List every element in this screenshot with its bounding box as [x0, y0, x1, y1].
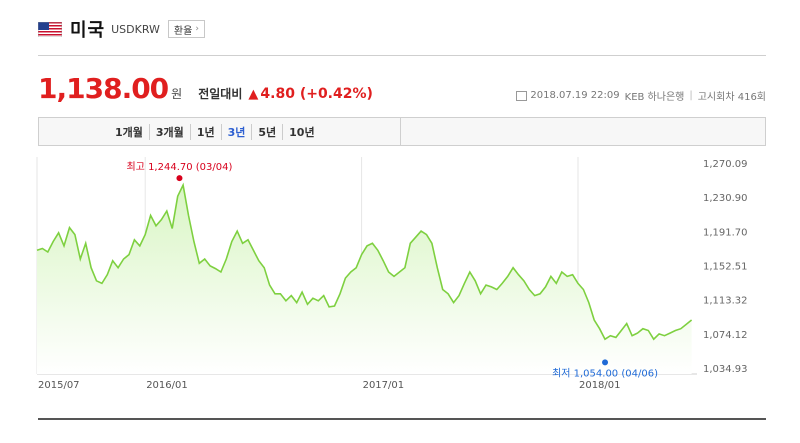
bottom-divider: [38, 418, 766, 420]
us-flag-icon: [38, 21, 62, 37]
header-divider: [38, 55, 766, 56]
y-tick-label: 1,034.93: [703, 364, 748, 375]
chevron-right-icon: ›: [195, 24, 199, 34]
period-tabs: 1개월 3개월 1년 3년 5년 10년: [38, 117, 766, 146]
period-tab-group: 1개월 3개월 1년 3년 5년 10년: [39, 118, 401, 145]
currency-code: USDKRW: [111, 22, 160, 36]
x-tick-label: 2017/01: [363, 380, 405, 391]
country-name: 미국: [70, 20, 106, 41]
tab-3-years[interactable]: 3년: [220, 123, 252, 140]
tab-3-months[interactable]: 3개월: [148, 123, 190, 140]
change-percent: (+0.42%): [299, 86, 373, 102]
x-tick-label: 2018/01: [579, 380, 621, 391]
annotation-label: 최저 1,054.00 (04/06): [552, 367, 658, 379]
chart-area-fill: [37, 185, 692, 374]
exchange-rate-button[interactable]: 환율 ›: [167, 20, 205, 38]
current-price: 1,138.00: [38, 72, 169, 105]
quote-bank: KEB 하나은행: [624, 92, 685, 103]
change-value: 4.80: [260, 86, 295, 102]
price-unit: 원: [171, 87, 183, 101]
quote-meta: 2018.07.19 22:09 KEB 하나은행 | 고시회차 416회: [516, 88, 766, 103]
change-label: 전일대비: [198, 87, 243, 101]
header: 미국 USDKRW 환율 ›: [38, 18, 205, 41]
tab-1-month[interactable]: 1개월: [109, 124, 149, 140]
tab-10-years[interactable]: 10년: [282, 123, 320, 140]
exchange-rate-button-label: 환율: [173, 25, 193, 37]
tab-1-year[interactable]: 1년: [189, 123, 221, 140]
x-axis-ticks: 2015/07 2016/01 2017/01 2018/01: [38, 380, 621, 391]
y-tick-label: 1,191.70: [703, 227, 748, 238]
x-tick-label: 2015/07: [38, 380, 80, 391]
quote-datetime: 2018.07.19 22:09: [530, 90, 620, 101]
annotation-marker: [176, 175, 183, 182]
y-tick-label: 1,074.12: [703, 330, 748, 341]
annotation-label: 최고 1,244.70 (03/04): [126, 161, 232, 173]
notice-round: 고시회차 416회: [697, 92, 766, 103]
y-tick-label: 1,230.90: [703, 193, 748, 204]
x-tick-label: 2016/01: [146, 380, 188, 391]
y-tick-label: 1,270.09: [703, 159, 748, 170]
tab-5-years[interactable]: 5년: [251, 123, 282, 140]
y-tick-label: 1,152.51: [703, 262, 748, 273]
exchange-rate-chart: 1,270.09 1,230.90 1,191.70 1,152.51 1,113.32…: [36, 157, 748, 391]
y-axis-ticks: 1,270.09 1,230.90 1,191.70 1,152.51 1,113.32…: [703, 159, 748, 375]
quote-row: 1,138.00 원 전일대비 ▲ 4.80 (+0.42%): [38, 72, 373, 105]
y-tick-label: 1,113.32: [703, 296, 748, 307]
meta-separator: |: [689, 90, 693, 101]
up-triangle-icon: ▲: [248, 87, 259, 102]
annotation-marker: [602, 359, 609, 366]
price-change: ▲ 4.80 (+0.42%): [248, 86, 373, 102]
calendar-icon: [516, 90, 528, 101]
